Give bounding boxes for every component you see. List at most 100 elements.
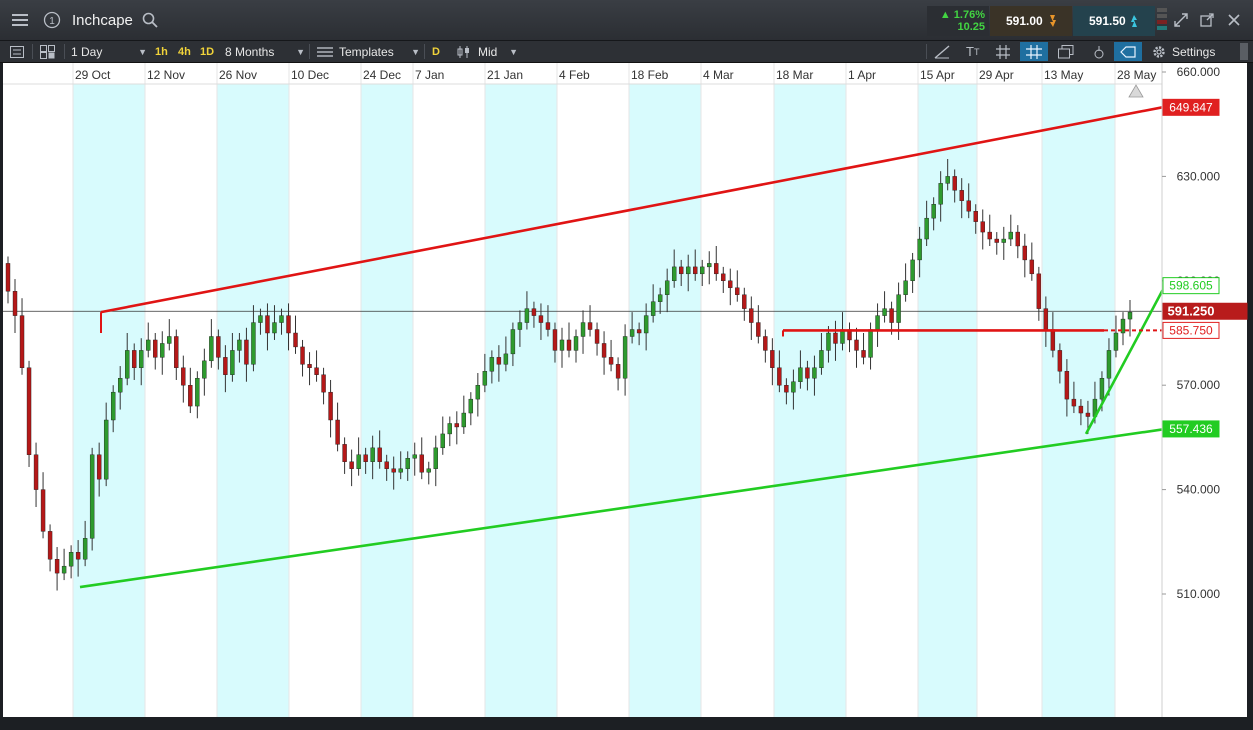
candle-body [272,322,277,334]
candle-body [482,371,488,386]
candle-body [293,332,298,348]
candle-body [132,350,137,368]
layers-icon[interactable] [1058,41,1074,62]
candle-body [700,266,705,275]
y-tick-label: 630.000 [1177,169,1221,183]
expand-icon[interactable] [1167,6,1195,34]
text-tool-icon[interactable]: TT [966,41,979,62]
x-tick-label: 15 Apr [920,68,955,82]
candle-body [377,447,382,462]
candle-body [468,398,474,414]
price-mode-select[interactable]: Mid ▼ [456,41,518,62]
x-tick-label: 29 Oct [75,68,111,82]
shade-band [217,84,289,717]
x-tick-label: 18 Mar [776,68,813,82]
draw-line-icon[interactable] [934,41,950,62]
up-arrow-icon [1130,15,1137,27]
candle-body [896,294,901,323]
grid-icon[interactable] [996,41,1010,62]
candle-body [749,308,754,323]
candle-body [777,367,782,386]
candle-body [826,332,831,351]
link-group-icon[interactable]: 1 [38,6,66,34]
candle-body [531,308,537,316]
candle-body [756,322,761,337]
candle-body [763,336,768,351]
candle-body [917,238,922,261]
price-type-badge[interactable]: D [432,41,440,62]
interval-4h-button[interactable]: 4h [178,41,191,62]
search-icon[interactable] [136,6,164,34]
candle-body [342,444,347,462]
list-icon[interactable] [10,41,24,62]
candle-body [517,322,523,330]
candle-body [279,315,284,323]
candle-body [251,322,256,365]
templates-button[interactable]: Templates ▼ [317,41,420,62]
settings-button[interactable]: Settings [1152,41,1215,62]
x-tick-label: 28 May [1117,68,1156,82]
tag-button[interactable] [1114,42,1142,61]
candle-body [47,531,53,560]
candle-body [601,343,607,358]
tag-icon [1120,45,1136,58]
candles-icon [457,45,469,58]
price-chart[interactable]: 660.000630.000600.000570.000540.000510.0… [0,63,1253,727]
chart-canvas[interactable]: 660.000630.000600.000570.000540.000510.0… [0,63,1253,727]
candle-body [68,552,74,567]
price-mode-label: Mid [478,44,498,59]
candle-body [559,339,565,351]
candle-body [664,280,670,295]
menu-icon[interactable] [6,6,34,34]
candle-body [1008,231,1013,240]
candle-body [580,322,586,337]
layout-icon[interactable] [40,41,56,62]
range-select[interactable]: 8 Months ▼ [225,41,305,62]
templates-label: Templates [339,44,394,59]
candle-body [594,329,600,344]
candle-body [244,339,249,365]
candle-body [812,367,817,379]
candle-body [861,350,866,358]
candle-body [805,367,810,379]
candle-body [643,315,649,334]
candle-body [686,266,691,275]
candle-body [426,468,431,473]
candle-body [328,391,333,421]
text-tool-label: T [966,44,974,59]
candle-body [195,378,200,407]
crosshair-grid-icon [1026,44,1042,59]
range-label: 8 Months [225,44,275,59]
candle-body [412,454,417,459]
candle-body [679,266,684,275]
candle-body [496,357,502,365]
candle-body [538,315,544,323]
crosshair-grid-button[interactable] [1020,42,1048,61]
candle-body [882,308,887,316]
plot-background [3,63,1162,717]
candle-body [61,565,67,574]
interval-1h-button[interactable]: 1h [155,41,168,62]
shade-band [485,84,557,717]
candle-body [798,367,803,382]
candle-body [552,329,558,351]
pen-icon[interactable] [1092,41,1106,62]
scrollbar[interactable] [1240,43,1248,60]
sell-button[interactable]: 591.00 [990,6,1072,36]
buy-button[interactable]: 591.50 [1073,6,1155,36]
candle-body [608,357,614,365]
candle-body [1085,412,1091,417]
candle-body [286,315,291,334]
interval-select[interactable]: 1 Day ▼ [71,41,147,62]
candle-body [216,336,221,358]
candle-body [868,329,873,358]
candle-body [903,280,908,295]
candle-body [153,339,158,358]
interval-1d-button[interactable]: 1D [200,41,214,62]
candle-body [209,336,214,362]
close-icon[interactable] [1220,6,1248,34]
candle-body [1036,273,1042,309]
popout-icon[interactable] [1193,6,1221,34]
chevron-down-icon: ▼ [296,46,305,57]
candle-body [96,454,102,480]
